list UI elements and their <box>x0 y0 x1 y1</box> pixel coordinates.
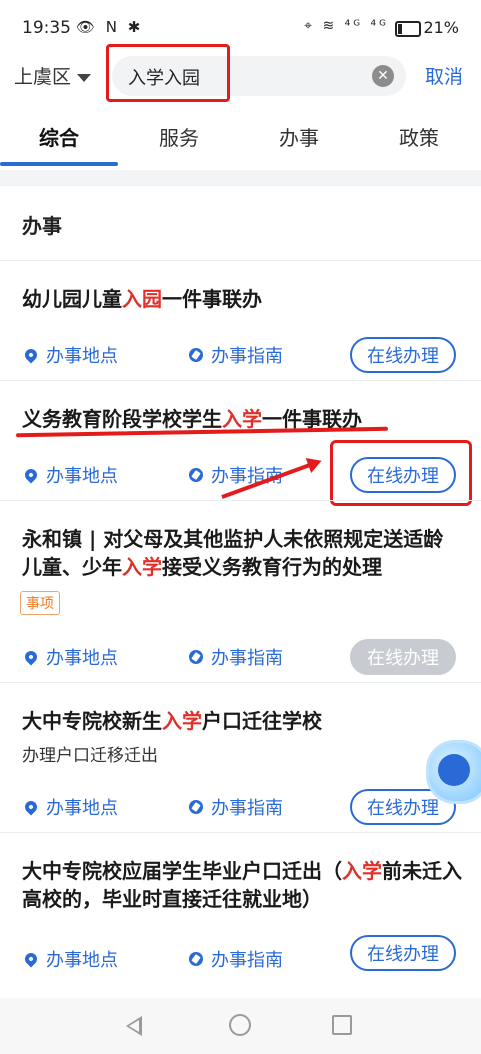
cancel-button[interactable]: 取消 <box>425 62 463 89</box>
home-icon[interactable] <box>229 1014 251 1036</box>
list-item[interactable]: 幼儿园儿童入园一件事联办 办事地点 办事指南 在线办理 <box>0 260 481 381</box>
online-handle-button[interactable]: 在线办理 <box>350 337 456 373</box>
compass-icon <box>189 800 203 814</box>
recents-icon[interactable] <box>332 1015 352 1035</box>
compass-icon <box>189 952 203 966</box>
item-title-text: 一件事联办 <box>162 287 262 311</box>
search-row: 上虞区 入学入园 ✕ 取消 <box>0 56 481 96</box>
online-handle-button[interactable]: 在线办理 <box>350 935 456 971</box>
item-title-text: 义务教育阶段学校学生 <box>22 407 222 431</box>
list-item[interactable]: 大中专院校新生入学户口迁往学校 办理户口迁移迁出 办事地点 办事指南 在线办理 <box>0 682 481 833</box>
caret-down-icon <box>77 73 92 82</box>
item-title-text: 幼儿园儿童 <box>22 287 122 311</box>
status-left-icons: 👁 N ✱ <box>76 18 144 36</box>
tab-services[interactable]: 服务 <box>129 122 229 151</box>
back-icon[interactable] <box>126 1016 142 1036</box>
item-title: 大中专院校新生入学户口迁往学校 <box>22 707 462 735</box>
item-title-highlight: 入园 <box>122 287 162 311</box>
item-tag: 事项 <box>20 591 60 615</box>
item-title: 幼儿园儿童入园一件事联办 <box>22 285 462 313</box>
district-selector[interactable]: 上虞区 <box>14 62 92 89</box>
item-title: 大中专院校应届学生毕业户口迁出（入学前未迁入高校的，毕业时直接迁往就业地） <box>22 857 462 913</box>
tab-affairs[interactable]: 办事 <box>249 122 349 151</box>
list-item[interactable]: 大中专院校应届学生毕业户口迁出（入学前未迁入高校的，毕业时直接迁往就业地） 办事… <box>0 832 481 983</box>
status-bar: 19:35 👁 N ✱ ⌖ ≋ ⁴ᴳ ⁴ᴳ 21% <box>0 0 481 56</box>
item-subtitle: 办理户口迁移迁出 <box>22 746 158 766</box>
item-title-text: 大中专院校应届学生毕业户口迁出（ <box>22 859 342 883</box>
assistant-clock-icon <box>438 754 470 786</box>
district-label: 上虞区 <box>14 66 72 88</box>
location-pin-icon <box>22 798 40 816</box>
item-title-text: 户口迁往学校 <box>202 709 322 733</box>
item-title-highlight: 入学 <box>122 555 162 579</box>
section-title: 办事 <box>22 214 62 238</box>
place-link[interactable]: 办事地点 <box>46 794 118 820</box>
clear-icon[interactable]: ✕ <box>372 65 394 87</box>
place-link[interactable]: 办事地点 <box>46 342 118 368</box>
guide-link[interactable]: 办事指南 <box>211 644 283 670</box>
separator <box>0 170 481 186</box>
item-title-text: 接受义务教育行为的处理 <box>162 555 382 579</box>
item-title-highlight: 入学 <box>162 709 202 733</box>
list-item[interactable]: 永和镇 | 对父母及其他监护人未依照规定送适龄儿童、少年入学接受义务教育行为的处… <box>0 500 481 683</box>
place-link[interactable]: 办事地点 <box>46 644 118 670</box>
tab-policy[interactable]: 政策 <box>369 122 469 151</box>
item-title-text: 大中专院校新生 <box>22 709 162 733</box>
tab-comprehensive[interactable]: 综合 <box>9 122 109 151</box>
item-title-highlight: 入学 <box>342 859 382 883</box>
guide-link[interactable]: 办事指南 <box>211 794 283 820</box>
guide-link[interactable]: 办事指南 <box>211 342 283 368</box>
guide-link[interactable]: 办事指南 <box>211 946 283 972</box>
annotation-button-box <box>330 440 472 506</box>
compass-icon <box>189 348 203 362</box>
status-signal-icons: ⌖ ≋ ⁴ᴳ ⁴ᴳ <box>304 18 389 34</box>
item-title: 永和镇 | 对父母及其他监护人未依照规定送适龄儿童、少年入学接受义务教育行为的处… <box>22 525 462 581</box>
compass-icon <box>189 468 203 482</box>
annotation-search-box <box>106 44 230 102</box>
battery-icon <box>395 21 421 37</box>
location-pin-icon <box>22 950 40 968</box>
status-time: 19:35 <box>22 18 71 38</box>
system-nav-bar <box>0 998 481 1054</box>
location-pin-icon <box>22 466 40 484</box>
location-pin-icon <box>22 346 40 364</box>
location-pin-icon <box>22 648 40 666</box>
compass-icon <box>189 650 203 664</box>
battery-percent: 21% <box>423 18 459 37</box>
place-link[interactable]: 办事地点 <box>46 462 118 488</box>
floating-assistant[interactable] <box>426 740 481 830</box>
tab-bar: 综合 服务 办事 政策 <box>0 112 481 168</box>
online-handle-button-disabled: 在线办理 <box>350 639 456 675</box>
item-title-highlight: 入学 <box>222 407 262 431</box>
tab-active-indicator <box>0 162 118 166</box>
place-link[interactable]: 办事地点 <box>46 946 118 972</box>
guide-link[interactable]: 办事指南 <box>211 462 283 488</box>
